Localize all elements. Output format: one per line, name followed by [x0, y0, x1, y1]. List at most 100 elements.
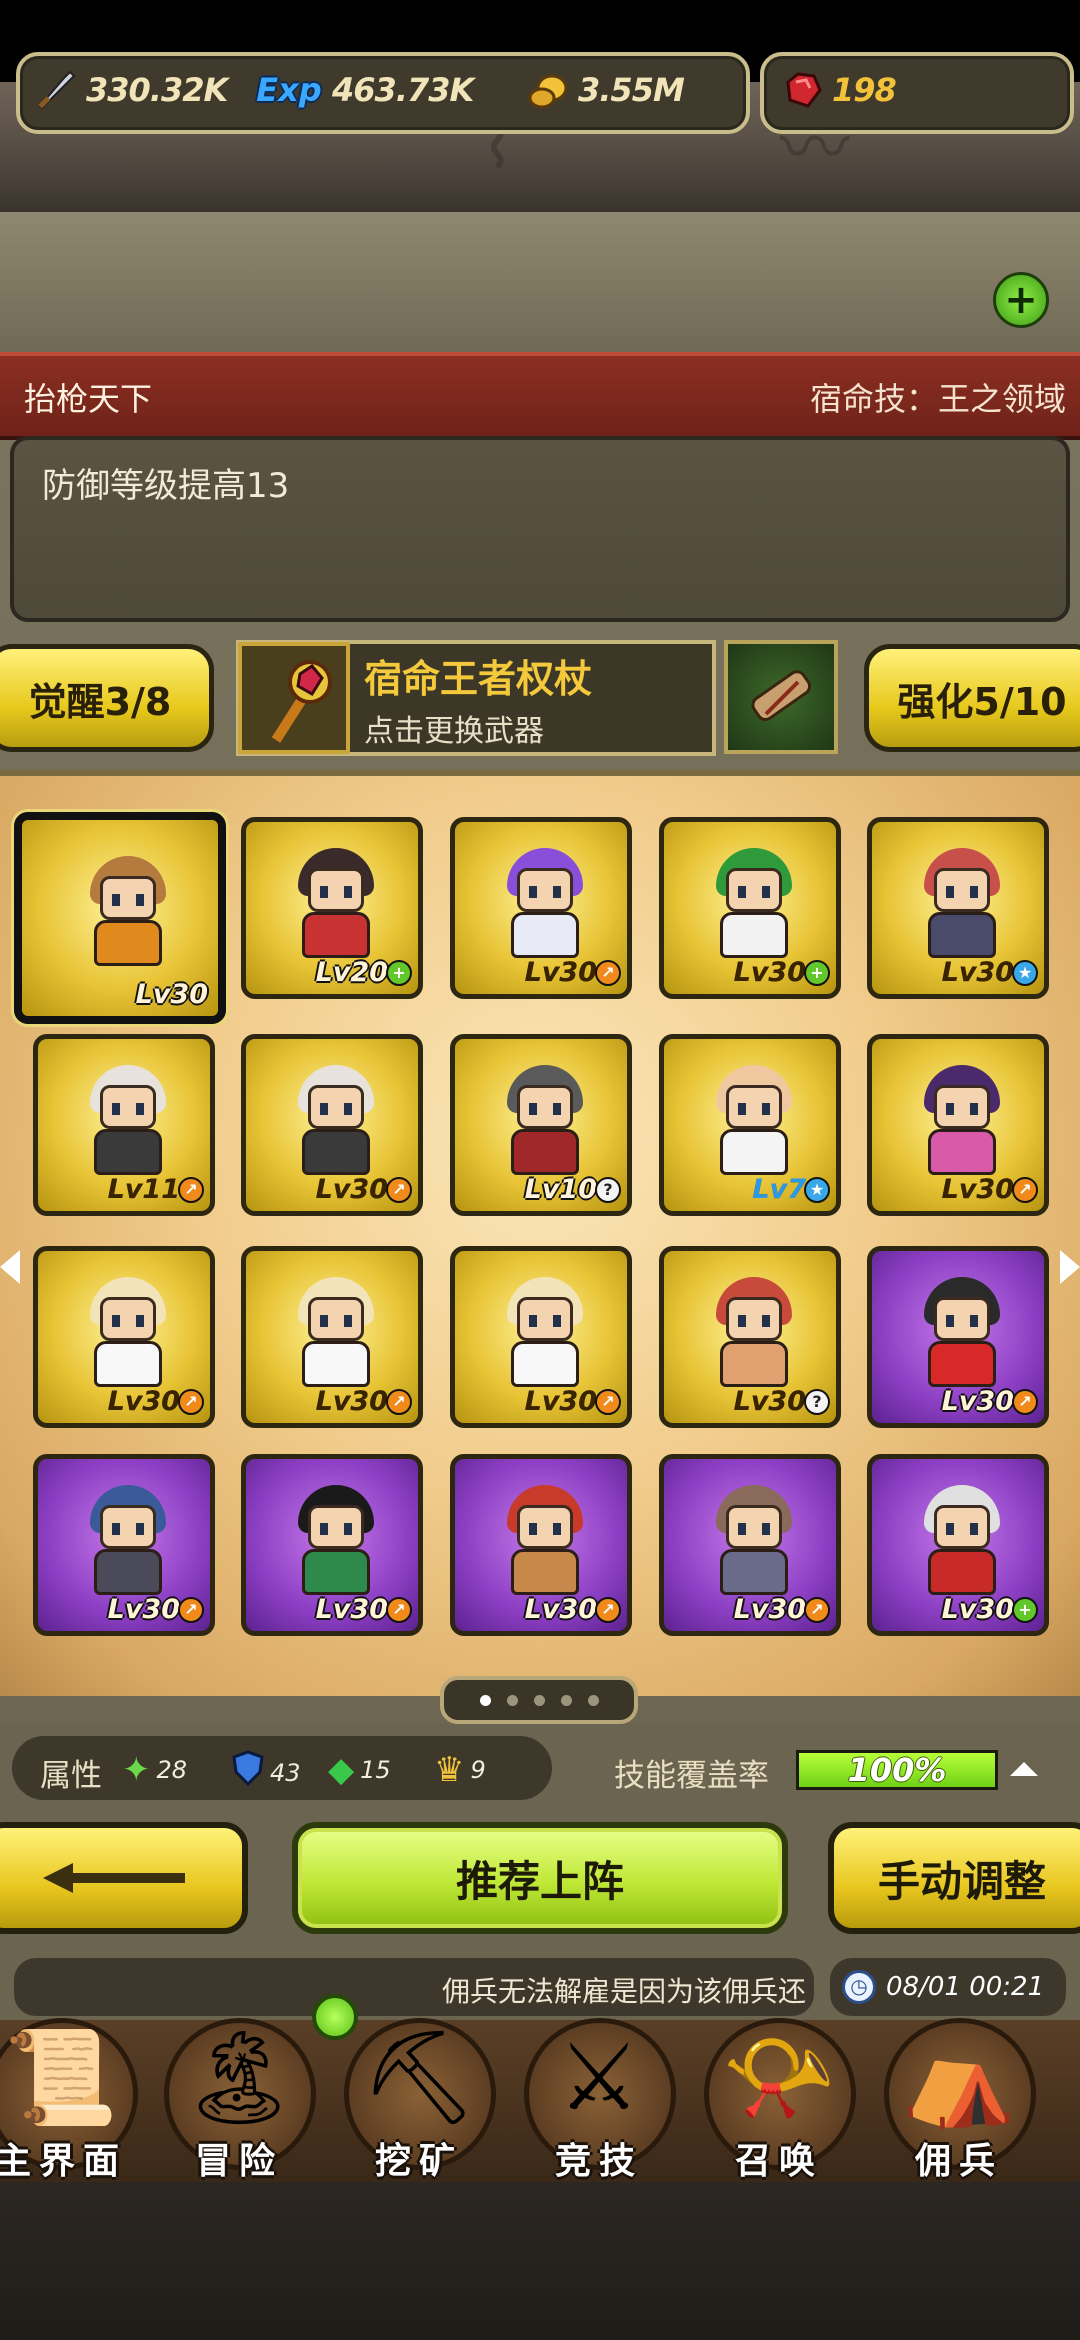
ruby-icon	[780, 68, 824, 112]
power-resource: 330.32K	[34, 70, 228, 110]
nav-home[interactable]: 📜 主界面	[0, 2012, 150, 2182]
expand-arrow-icon[interactable]	[1010, 1762, 1038, 1776]
attribute-label: 属性	[40, 1758, 102, 1794]
hero-portrait	[72, 1271, 184, 1389]
hero-card[interactable]: Lv30 +	[867, 1454, 1049, 1636]
shield-icon	[232, 1750, 264, 1795]
wind-blade-icon: ✦	[122, 1750, 151, 1790]
page-dot[interactable]	[587, 1694, 599, 1706]
hero-level: Lv30	[941, 1174, 1014, 1205]
hero-portrait	[698, 1271, 810, 1389]
hero-card[interactable]: Lv30 ↗	[867, 1246, 1049, 1428]
hero-card[interactable]: Lv20 +	[241, 817, 423, 999]
enhance-button[interactable]: 强化5/10	[864, 644, 1080, 752]
hero-body	[94, 1129, 162, 1175]
hero-level: Lv30	[524, 1386, 597, 1417]
nav-summon[interactable]: 📯 召唤	[690, 2012, 868, 2182]
scepter-icon[interactable]	[238, 642, 350, 754]
hero-level: Lv30	[941, 957, 1014, 988]
hero-face	[726, 1085, 782, 1129]
arrow-badge-icon: ↗	[386, 1177, 412, 1203]
game-screen: ⌇ 〰 330.32K Exp 463.73K 3.55M 198 + 抬枪天下…	[0, 0, 1080, 2340]
hero-body	[94, 1549, 162, 1595]
add-gem-button[interactable]: +	[993, 272, 1049, 328]
nav-mining[interactable]: ⛏ 挖矿	[330, 2012, 508, 2182]
arrow-badge-icon: ↗	[1012, 1177, 1038, 1203]
scroll-icon[interactable]	[724, 640, 838, 754]
hero-card[interactable]: Lv30 ★	[867, 817, 1049, 999]
hero-eye	[762, 1103, 770, 1115]
hero-body	[511, 1129, 579, 1175]
exp-icon: Exp	[256, 71, 322, 109]
hero-card[interactable]: Lv30 ↗	[33, 1454, 215, 1636]
hero-portrait	[72, 1059, 184, 1177]
manual-adjust-button[interactable]: 手动调整	[828, 1822, 1080, 1934]
skill-description: 防御等级提高13	[42, 466, 290, 506]
hero-eye	[738, 886, 746, 898]
skill-coverage-bar: 100%	[796, 1750, 998, 1790]
hero-face	[517, 868, 573, 912]
resource-bar	[0, 212, 1080, 356]
hero-card[interactable]: Lv30 +	[659, 817, 841, 999]
nav-adventure[interactable]: 🏝 冒险	[150, 2012, 328, 2182]
hero-card[interactable]: Lv11 ↗	[33, 1034, 215, 1216]
arrow-badge-icon: ↗	[178, 1177, 204, 1203]
hero-card[interactable]: Lv30 ↗	[241, 1454, 423, 1636]
hero-eye	[529, 886, 537, 898]
gem-attribute: ◆ 15	[328, 1750, 391, 1790]
hero-card[interactable]: Lv30 ↗	[450, 1246, 632, 1428]
hero-card[interactable]: Lv30 ↗	[450, 1454, 632, 1636]
hero-card[interactable]: Lv30 ↗	[241, 1246, 423, 1428]
hero-portrait	[489, 1059, 601, 1177]
power-value: 330.32K	[86, 71, 228, 109]
home-icon: 📜	[3, 2024, 119, 2131]
hero-level: Lv30	[733, 957, 806, 988]
weapon-name: 宿命王者权杖	[364, 657, 593, 701]
recommend-deploy-button[interactable]: 推荐上阵	[292, 1822, 788, 1934]
hero-level: Lv11	[107, 1174, 180, 1205]
hero-card[interactable]: Lv30 ↗	[33, 1246, 215, 1428]
hero-face	[517, 1085, 573, 1129]
crown-icon: ♛	[434, 1750, 465, 1790]
hero-card[interactable]: Lv7 ★	[659, 1034, 841, 1216]
weapon-change-hint[interactable]: 点击更换武器	[364, 706, 544, 750]
nav-mercenary[interactable]: ⛺ 佣兵	[870, 2012, 1048, 2182]
hero-eye	[762, 886, 770, 898]
hero-card[interactable]: Lv30 ↗	[241, 1034, 423, 1216]
hero-face	[308, 1297, 364, 1341]
hero-card[interactable]: Lv30 ↗	[450, 817, 632, 999]
hero-card[interactable]: Lv10?	[450, 1034, 632, 1216]
hero-eye	[344, 1103, 352, 1115]
hero-level: Lv30	[107, 1386, 180, 1417]
hero-level: Lv7	[752, 1174, 806, 1205]
hero-card[interactable]: Lv30 ↗	[867, 1034, 1049, 1216]
hero-card[interactable]: Lv30?	[659, 1246, 841, 1428]
hero-portrait	[489, 1271, 601, 1389]
nav-arena[interactable]: ⚔ 竞技	[510, 2012, 688, 2182]
page-dot[interactable]	[479, 1694, 491, 1706]
hero-card[interactable]: Lv30 ↗	[659, 1454, 841, 1636]
hero-card[interactable]: Lv30	[14, 812, 226, 1024]
bottom-map-background	[0, 2182, 1080, 2340]
hero-body	[302, 1129, 370, 1175]
hero-portrait	[906, 842, 1018, 960]
hero-eye	[529, 1523, 537, 1535]
awaken-button[interactable]: 觉醒3/8	[0, 644, 214, 752]
hero-eye	[136, 1315, 144, 1327]
hero-body	[720, 1129, 788, 1175]
hero-level: Lv30	[733, 1594, 806, 1625]
hero-body	[94, 1341, 162, 1387]
hero-portrait	[906, 1059, 1018, 1177]
arrow-badge-icon: ↗	[595, 1389, 621, 1415]
hero-eye	[946, 1523, 954, 1535]
hero-eye	[112, 894, 120, 906]
hero-eye	[762, 1523, 770, 1535]
back-button[interactable]	[0, 1822, 248, 1934]
hero-eye	[136, 1103, 144, 1115]
page-dot[interactable]	[560, 1694, 572, 1706]
hero-face	[726, 868, 782, 912]
page-dot[interactable]	[533, 1694, 545, 1706]
fate-title-bar: 抬枪天下 宿命技：王之领域	[0, 352, 1080, 440]
page-dot[interactable]	[506, 1694, 518, 1706]
hero-portrait	[906, 1479, 1018, 1597]
